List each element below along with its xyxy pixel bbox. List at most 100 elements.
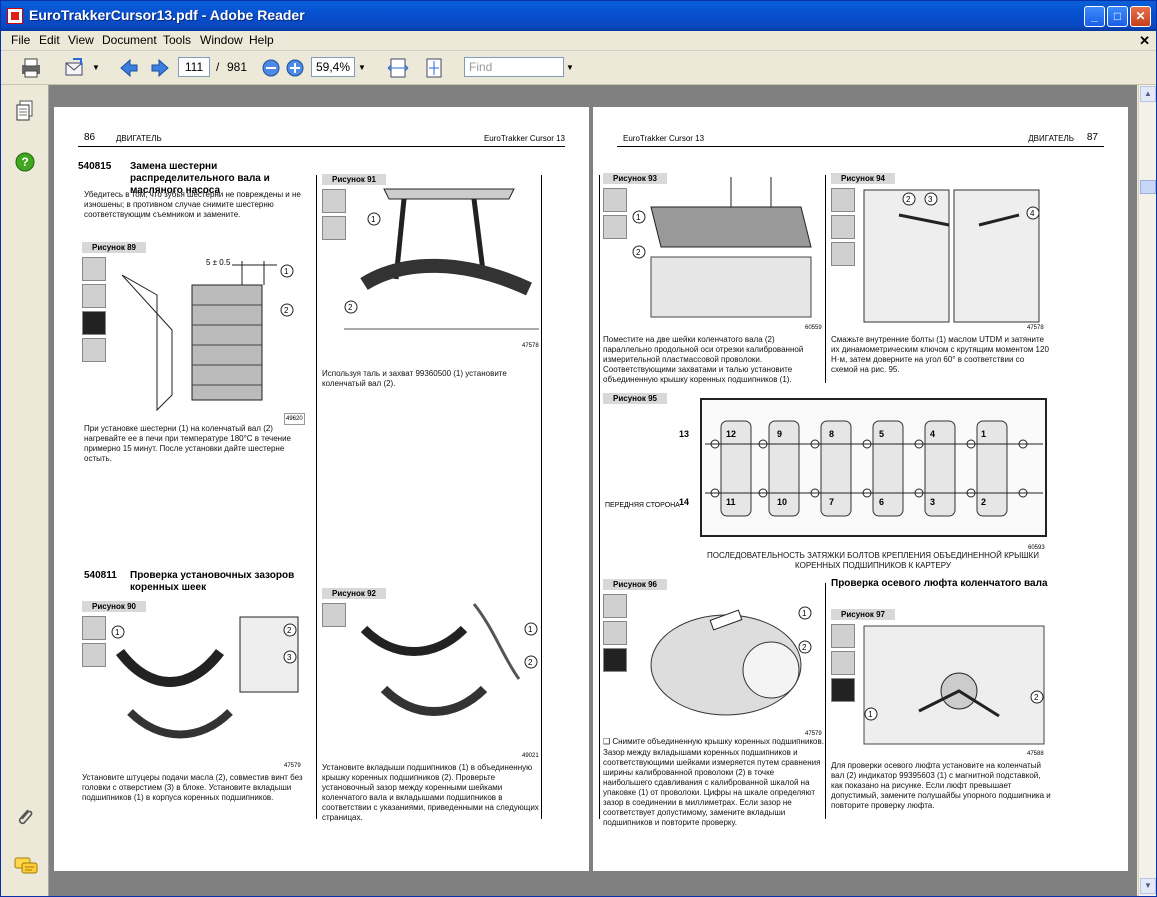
bolt-order-label: 10 — [777, 497, 788, 507]
step-text: Снимите объединенную крышку коренных под… — [612, 737, 824, 746]
document-close-icon[interactable]: ✕ — [1139, 33, 1150, 49]
menu-edit[interactable]: Edit — [37, 33, 62, 47]
zoom-dropdown-icon[interactable]: ▼ — [358, 63, 366, 85]
figure-code: 47578 — [522, 343, 539, 349]
page-separator: / — [216, 60, 220, 74]
svg-text:1: 1 — [636, 213, 641, 222]
scroll-thumb[interactable] — [1140, 180, 1156, 194]
figure-text: Смажьте внутренние болты (1) маслом UTDM… — [831, 335, 1049, 374]
fit-width-icon[interactable] — [386, 56, 410, 80]
zoom-in-icon[interactable] — [283, 56, 307, 80]
menu-document[interactable]: Document — [100, 33, 159, 47]
help-icon[interactable]: ? — [14, 151, 36, 173]
menu-tools[interactable]: Tools — [161, 33, 193, 47]
app-window: EuroTrakkerCursor13.pdf - Adobe Reader _… — [0, 0, 1157, 897]
front-side-label: ПЕРЕДНЯЯ СТОРОНА — [605, 502, 680, 509]
next-page-icon[interactable] — [148, 56, 172, 80]
maximize-button[interactable]: □ — [1107, 6, 1128, 27]
plastigage-check-diagram: 1 2 — [650, 606, 812, 716]
figure-code: 47578 — [1027, 325, 1044, 331]
page-number-input[interactable]: 111 — [178, 57, 210, 77]
bolt-order-label: 9 — [777, 429, 783, 439]
minimize-button[interactable]: _ — [1084, 6, 1105, 27]
right-page: EuroTrakker Cursor 13 ДВИГАТЕЛЬ 87 Рисун… — [593, 107, 1128, 871]
zoom-out-icon[interactable] — [259, 56, 283, 80]
zoom-level-input[interactable]: 59,4% — [311, 57, 355, 77]
figure-icons — [82, 616, 106, 670]
svg-text:1: 1 — [371, 215, 376, 224]
svg-text:1: 1 — [868, 710, 873, 719]
section-code: 540811 — [84, 570, 117, 581]
bolt-order-label: 1 — [981, 429, 987, 439]
bolt-order-label: 12 — [726, 429, 737, 439]
bolt-order-label: 6 — [879, 497, 885, 507]
bolt-order-label: 8 — [829, 429, 835, 439]
tool-icon — [322, 603, 346, 627]
tool-icon — [603, 648, 627, 672]
bolt-order-label: 2 — [981, 497, 987, 507]
figure-icons — [82, 257, 106, 365]
previous-page-icon[interactable] — [117, 56, 141, 80]
tool-icon — [831, 215, 855, 239]
menu-view[interactable]: View — [66, 33, 96, 47]
toolbar: ▼ 111 / 981 59,4% ▼ Find ▼ — [1, 51, 1156, 85]
left-page-number: 86 — [84, 132, 96, 143]
figure-text: Поместите на две шейки коленчатого вала … — [603, 335, 804, 384]
main-bearing-cap-diagram: 1 2 — [360, 603, 538, 716]
vertical-scrollbar[interactable]: ▲ ▼ — [1138, 85, 1156, 896]
email-dropdown-icon[interactable]: ▼ — [92, 63, 100, 85]
section-title: Проверка осевого люфта коленчатого вала — [831, 578, 1048, 589]
figure-text: ❑ Снимите объединенную крышку коренных п… — [603, 737, 824, 746]
print-icon[interactable] — [19, 56, 43, 80]
menu-window[interactable]: Window — [198, 33, 245, 47]
crankshaft-hoist-diagram: 1 2 — [344, 188, 539, 330]
figure-icons — [322, 189, 346, 243]
svg-text:1: 1 — [115, 628, 120, 637]
tool-icon — [322, 189, 346, 213]
pdf-app-icon — [7, 8, 23, 24]
tool-icon — [603, 621, 627, 645]
gear-shaft-diagram: 1 2 — [121, 261, 294, 412]
section-code: 540815 — [78, 161, 112, 172]
close-button[interactable]: ✕ — [1130, 6, 1151, 27]
svg-text:2: 2 — [284, 306, 289, 315]
email-icon[interactable] — [63, 56, 87, 80]
title-bar[interactable]: EuroTrakkerCursor13.pdf - Adobe Reader _… — [1, 1, 1156, 31]
left-header-section: ДВИГАТЕЛЬ — [116, 134, 162, 143]
fit-page-icon[interactable] — [422, 56, 446, 80]
scroll-up-icon[interactable]: ▲ — [1140, 86, 1156, 102]
svg-text:1: 1 — [284, 267, 289, 276]
figure-code: 47579 — [284, 763, 301, 769]
navigation-pane: ? — [1, 85, 49, 896]
window-title: EuroTrakkerCursor13.pdf - Adobe Reader — [29, 7, 305, 23]
find-dropdown-icon[interactable]: ▼ — [566, 63, 574, 85]
pages-panel-icon[interactable] — [14, 99, 36, 123]
bearing-shells-diagram: 1 2 3 — [111, 616, 299, 739]
menu-file[interactable]: File — [9, 33, 32, 47]
right-header-model: EuroTrakker Cursor 13 — [623, 134, 705, 143]
figure-text: Установите штуцеры подачи масла (2), сов… — [82, 773, 303, 802]
page-total: 981 — [227, 60, 248, 74]
figure-label: Рисунок 90 — [82, 601, 146, 612]
tool-icon — [831, 188, 855, 212]
right-header-section: ДВИГАТЕЛЬ — [1028, 134, 1074, 143]
right-page-number: 87 — [1086, 132, 1098, 143]
svg-text:3: 3 — [287, 653, 292, 662]
attachments-icon[interactable] — [13, 805, 37, 829]
bolt-order-label: 4 — [930, 429, 936, 439]
section-text: Убедитесь в том, что зубья шестерни не п… — [84, 190, 301, 219]
bolt-sequence-diagram — [700, 398, 1047, 537]
document-viewer[interactable]: 86 ДВИГАТЕЛЬ EuroTrakker Cursor 13 54081… — [49, 85, 1137, 896]
scroll-down-icon[interactable]: ▼ — [1140, 878, 1156, 894]
figure-label: Рисунок 95 — [603, 393, 667, 404]
tool-icon — [831, 624, 855, 648]
svg-text:1: 1 — [802, 609, 807, 618]
svg-text:4: 4 — [1030, 209, 1035, 218]
menu-help[interactable]: Help — [247, 33, 276, 47]
axial-play-diagram: 1 2 — [863, 625, 1045, 745]
svg-text:2: 2 — [287, 626, 292, 635]
comments-icon[interactable] — [13, 855, 39, 877]
bearing-cap-window — [820, 420, 852, 517]
tool-icon — [831, 651, 855, 675]
find-input[interactable]: Find — [464, 57, 564, 77]
